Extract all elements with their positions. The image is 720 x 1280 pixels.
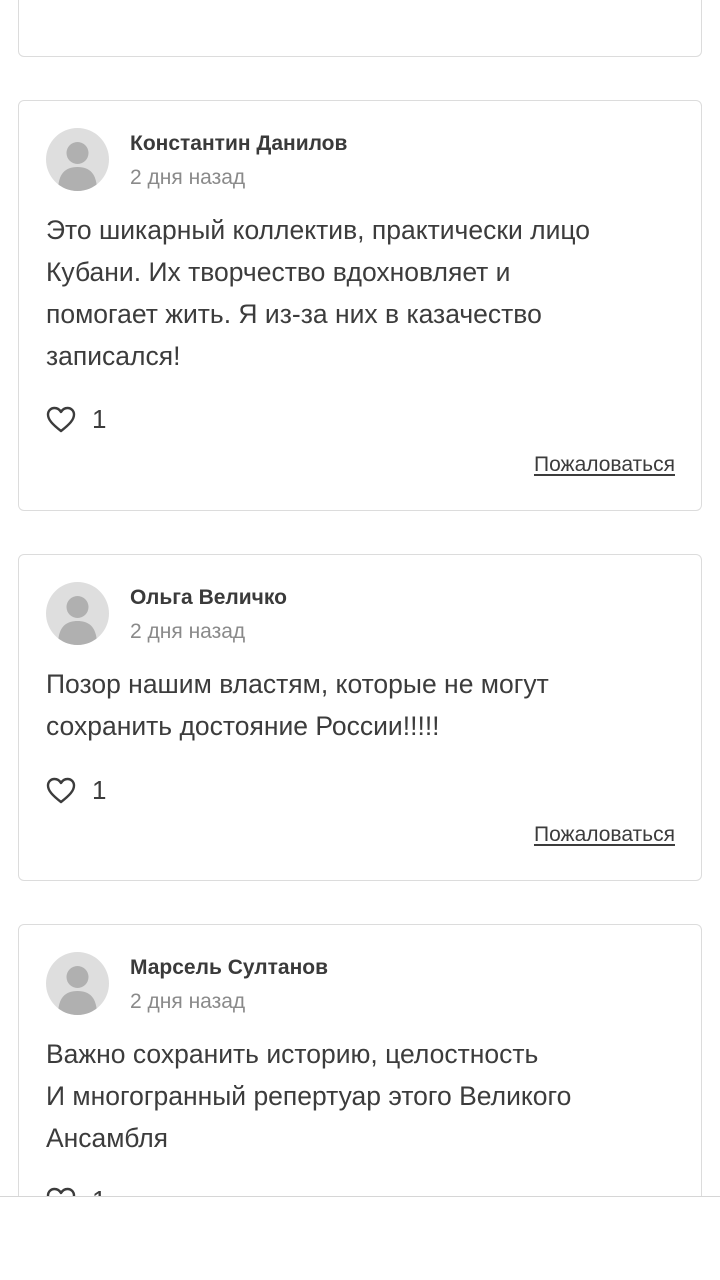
comment-timestamp: 2 дня назад	[130, 166, 246, 189]
comment-author[interactable]: Константин Данилов	[130, 132, 347, 156]
like-count: 1	[92, 1185, 106, 1197]
bottom-bar	[0, 1196, 720, 1280]
comment-card: Ольга Величко 2 дня назад Позор нашим вл…	[18, 554, 702, 881]
report-link[interactable]: Пожаловаться	[534, 453, 675, 477]
comment-card-previous	[18, 0, 702, 57]
comment-timestamp: 2 дня назад	[130, 990, 246, 1013]
report-link[interactable]: Пожаловаться	[534, 823, 675, 847]
avatar-placeholder-icon[interactable]	[46, 952, 109, 1015]
comments-feed[interactable]: Константин Данилов 2 дня назад Это шикар…	[0, 0, 720, 1196]
comment-author[interactable]: Марсель Султанов	[130, 956, 328, 980]
comment-text: Это шикарный коллектив, практически лицо…	[46, 215, 590, 371]
comment-text: Важно сохранить историю, целостность И м…	[46, 1039, 572, 1153]
comment-card: Константин Данилов 2 дня назад Это шикар…	[18, 100, 702, 511]
like-button[interactable]: 1	[46, 402, 106, 436]
like-count: 1	[92, 774, 107, 805]
comment-author[interactable]: Ольга Величко	[130, 586, 287, 610]
like-button[interactable]: 1	[46, 1183, 106, 1196]
comment-timestamp: 2 дня назад	[130, 620, 246, 643]
heart-outline-icon	[46, 406, 76, 432]
heart-outline-icon	[46, 777, 76, 803]
avatar-placeholder-icon[interactable]	[46, 582, 109, 645]
like-count: 1	[92, 403, 107, 434]
heart-outline-icon	[46, 1187, 76, 1196]
like-button[interactable]: 1	[46, 773, 106, 807]
avatar-placeholder-icon[interactable]	[46, 128, 109, 191]
comment-card: Марсель Султанов 2 дня назад Важно сохра…	[18, 924, 702, 1196]
comment-text: Позор нашим властям, которые не могут со…	[46, 669, 549, 741]
